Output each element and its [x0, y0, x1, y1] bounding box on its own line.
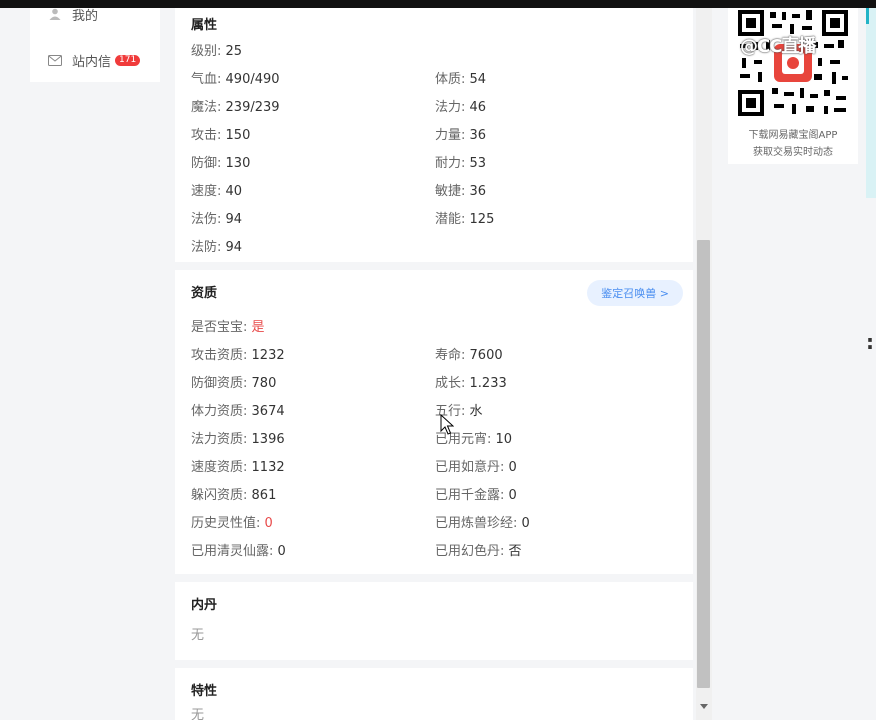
- pet-detail-panel: 属性 级别: 25 气血: 490/490 体质: 54 魔法: 239/239…: [175, 8, 695, 720]
- attr-row: 级别: 25: [191, 44, 243, 59]
- right-edge-accent: [866, 8, 869, 24]
- attr-row: 气血: 490/490: [191, 72, 280, 87]
- attr-row: 法伤: 94: [191, 212, 243, 227]
- aptitude-row: 体力资质: 3674: [191, 404, 285, 419]
- unread-badge: 171: [115, 54, 141, 66]
- section-title-traits: 特性: [191, 684, 218, 699]
- screen-top-bar: [0, 0, 876, 8]
- nav-item-messages[interactable]: 站内信 171: [48, 50, 141, 70]
- scroll-down-arrow-icon[interactable]: [700, 704, 708, 709]
- aptitude-row: 已用幻色丹: 否: [435, 544, 522, 559]
- aptitude-row: 躲闪资质: 861: [191, 488, 277, 503]
- nav-item-label: 站内信: [72, 54, 112, 70]
- scrollbar-thumb[interactable]: [697, 240, 710, 688]
- attr-row: 力量: 36: [435, 128, 487, 143]
- aptitude-row: 防御资质: 780: [191, 376, 277, 391]
- aptitude-row: 已用千金露: 0: [435, 488, 517, 503]
- attr-row: 敏捷: 36: [435, 184, 487, 199]
- aptitude-row: 已用如意丹: 0: [435, 460, 517, 475]
- section-title-neidan: 内丹: [191, 598, 218, 613]
- qr-code: [736, 8, 850, 118]
- qr-caption-line1: 下载网易藏宝阁APP: [748, 130, 838, 141]
- neidan-card: 内丹 无: [175, 582, 693, 660]
- aptitude-row: 寿命: 7600: [435, 348, 503, 363]
- user-icon: [48, 7, 62, 21]
- traits-value: 无: [191, 708, 205, 720]
- qr-caption-line2: 获取交易实时动态: [753, 147, 833, 158]
- attr-row: 体质: 54: [435, 72, 487, 87]
- attr-row: 防御: 130: [191, 156, 251, 171]
- right-edge-panel: [866, 8, 876, 198]
- aptitude-row: 已用清灵仙露: 0: [191, 544, 286, 559]
- aptitude-row: 历史灵性值: 0: [191, 516, 273, 531]
- aptitude-row: 已用炼兽珍经: 0: [435, 516, 530, 531]
- section-title-aptitude: 资质: [191, 286, 218, 301]
- aptitude-row: 法力资质: 1396: [191, 432, 285, 447]
- attr-row: 法力: 46: [435, 100, 487, 115]
- attr-row: 潜能: 125: [435, 212, 495, 227]
- aptitude-row: 成长: 1.233: [435, 376, 507, 391]
- attributes-card: 属性 级别: 25 气血: 490/490 体质: 54 魔法: 239/239…: [175, 8, 693, 262]
- appraise-pet-button[interactable]: 鉴定召唤兽 >: [587, 280, 683, 306]
- attr-row: 法防: 94: [191, 240, 243, 255]
- aptitude-row: 是否宝宝: 是: [191, 320, 265, 335]
- aptitude-row: 攻击资质: 1232: [191, 348, 285, 363]
- traits-card: 特性 无: [175, 668, 693, 720]
- nav-item-label: 我的: [72, 8, 99, 24]
- stream-watermark: @CC直播: [740, 36, 816, 57]
- section-title-attributes: 属性: [191, 18, 218, 33]
- clipped-glyph: :: [866, 330, 874, 354]
- attr-row: 攻击: 150: [191, 128, 251, 143]
- aptitude-row: 速度资质: 1132: [191, 460, 285, 475]
- left-nav: 我的 站内信 171: [30, 8, 160, 82]
- attr-row: 魔法: 239/239: [191, 100, 280, 115]
- nav-item-mine[interactable]: 我的: [48, 4, 98, 24]
- attr-row: 速度: 40: [191, 184, 243, 199]
- attr-row: 耐力: 53: [435, 156, 487, 171]
- mail-icon: [48, 53, 62, 67]
- mouse-cursor-icon: [440, 414, 454, 435]
- neidan-value: 无: [191, 628, 205, 643]
- aptitude-card: 资质 鉴定召唤兽 > 是否宝宝: 是 攻击资质: 1232 寿命: 7600 防…: [175, 270, 693, 574]
